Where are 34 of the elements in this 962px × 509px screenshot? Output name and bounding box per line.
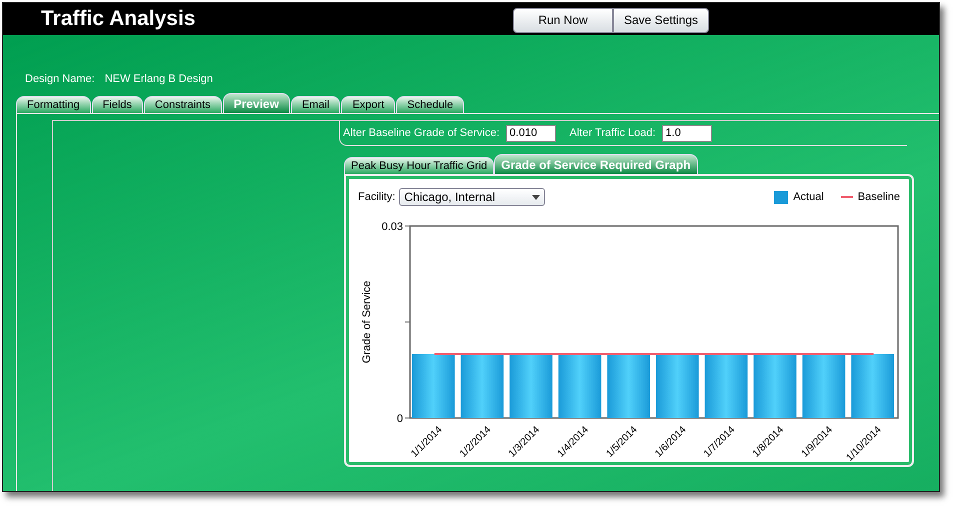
bar bbox=[412, 354, 455, 418]
bar bbox=[510, 354, 552, 418]
bar bbox=[460, 354, 504, 418]
facility-label: Facility: bbox=[358, 191, 396, 203]
caret-icon bbox=[532, 194, 540, 200]
tab[interactable]: Formatting bbox=[16, 96, 91, 113]
tab[interactable]: Schedule bbox=[396, 96, 464, 113]
input-field[interactable]: 1.0 bbox=[662, 124, 712, 142]
bar bbox=[558, 354, 602, 418]
bar bbox=[607, 354, 650, 418]
option-label: Alter Traffic Load: bbox=[570, 127, 656, 139]
bar bbox=[802, 354, 846, 418]
axis-tick-label: 0.03 bbox=[382, 221, 403, 233]
bar bbox=[754, 354, 796, 418]
legend-label: Actual bbox=[793, 191, 824, 203]
tab[interactable]: Email bbox=[290, 96, 340, 113]
axis-tick-label: 0 bbox=[396, 413, 403, 425]
window-title: Traffic Analysis bbox=[41, 7, 196, 31]
axis-title: Grade of Service bbox=[361, 280, 373, 364]
bar bbox=[704, 354, 748, 418]
design-name-value: NEW Erlang B Design bbox=[104, 73, 213, 85]
option-label: Alter Baseline Grade of Service: bbox=[343, 127, 500, 139]
input-field[interactable]: 0.010 bbox=[506, 124, 556, 142]
tab[interactable]: Fields bbox=[92, 96, 143, 113]
tab[interactable]: Peak Busy Hour Traffic Grid bbox=[344, 157, 494, 174]
header-button[interactable]: Save Settings bbox=[613, 8, 710, 32]
tab[interactable]: Export bbox=[341, 96, 396, 113]
design-name-label: Design Name: bbox=[25, 73, 95, 85]
bar bbox=[656, 354, 699, 418]
bar bbox=[851, 354, 894, 418]
header-button[interactable]: Run Now bbox=[513, 8, 613, 32]
legend-label: Baseline bbox=[858, 191, 900, 203]
facility-dropdown[interactable]: Chicago, Internal bbox=[399, 188, 546, 206]
tab[interactable]: Constraints bbox=[144, 96, 222, 113]
